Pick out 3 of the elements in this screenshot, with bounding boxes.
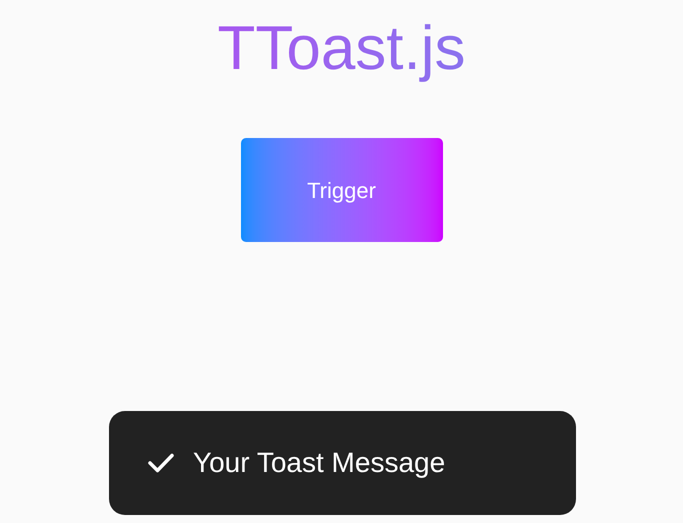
checkmark-icon	[147, 452, 175, 474]
trigger-button[interactable]: Trigger	[240, 138, 442, 242]
toast-message: Your Toast Message	[193, 446, 446, 480]
